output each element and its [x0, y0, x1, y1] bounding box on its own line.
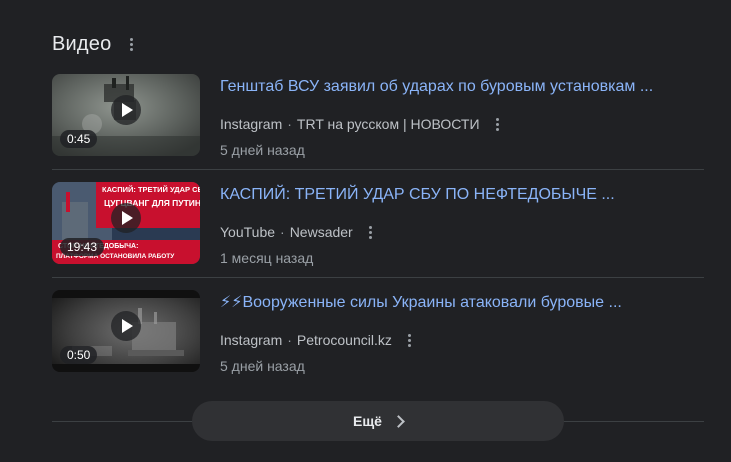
divider	[52, 169, 704, 170]
section-header: Видео	[52, 30, 139, 58]
more-vert-icon	[369, 225, 373, 239]
video-meta: Instagram · Petrocouncil.kz	[220, 330, 704, 350]
more-vert-icon	[496, 117, 500, 131]
chevron-right-icon	[392, 415, 405, 428]
more-vert-icon	[129, 37, 133, 51]
video-source: Instagram	[220, 116, 283, 132]
play-icon	[111, 311, 141, 341]
video-thumbnail[interactable]: КАСПИЙ: ТРЕТИЙ УДАР СБУ! ЦУГЦВАНГ ДЛЯ ПУ…	[52, 182, 200, 264]
video-age: 5 дней назад	[220, 142, 305, 158]
video-channel: Newsader	[289, 224, 353, 240]
meta-separator: ·	[287, 332, 292, 348]
video-info: ⚡⚡Вооруженные силы Украины атаковали бур…	[220, 292, 704, 376]
video-thumbnail[interactable]: 0:50	[52, 290, 200, 372]
section-menu-button[interactable]	[123, 32, 139, 56]
meta-separator: ·	[287, 116, 292, 132]
video-results-panel: Видео 0:45 Генштаб ВСУ заявил об ударах …	[0, 0, 731, 462]
video-meta: Instagram · TRT на русском | НОВОСТИ	[220, 114, 704, 134]
video-title-link[interactable]: ⚡⚡Вооруженные силы Украины атаковали бур…	[220, 292, 704, 314]
thumb-text-1: КАСПИЙ: ТРЕТИЙ УДАР СБУ!	[102, 185, 200, 194]
divider	[52, 277, 704, 278]
video-channel: Petrocouncil.kz	[296, 332, 392, 348]
video-result-2[interactable]: КАСПИЙ: ТРЕТИЙ УДАР СБУ! ЦУГЦВАНГ ДЛЯ ПУ…	[52, 182, 704, 266]
more-results-button[interactable]: Ещё	[192, 401, 564, 441]
video-info: Генштаб ВСУ заявил об ударах по буровым …	[220, 76, 704, 160]
video-duration: 19:43	[60, 238, 105, 256]
video-menu-button[interactable]	[365, 222, 377, 242]
video-source: YouTube	[220, 224, 276, 240]
video-result-3[interactable]: 0:50 ⚡⚡Вооруженные силы Украины атаковал…	[52, 290, 704, 374]
section-title: Видео	[52, 32, 112, 55]
video-thumbnail[interactable]: 0:45	[52, 74, 200, 156]
video-age: 5 дней назад	[220, 358, 305, 374]
video-source: Instagram	[220, 332, 283, 348]
play-icon	[111, 95, 141, 125]
video-channel: TRT на русском | НОВОСТИ	[296, 116, 480, 132]
video-age: 1 месяц назад	[220, 250, 314, 266]
video-title-link[interactable]: Генштаб ВСУ заявил об ударах по буровым …	[220, 76, 704, 98]
more-button-label: Ещё	[353, 413, 382, 429]
meta-separator: ·	[280, 224, 285, 240]
video-result-1[interactable]: 0:45 Генштаб ВСУ заявил об ударах по бур…	[52, 74, 704, 158]
video-duration: 0:45	[60, 130, 98, 148]
video-meta: YouTube · Newsader	[220, 222, 704, 242]
video-menu-button[interactable]	[404, 330, 416, 350]
more-vert-icon	[408, 333, 412, 347]
video-title-link[interactable]: КАСПИЙ: ТРЕТИЙ УДАР СБУ ПО НЕФТЕДОБЫЧЕ .…	[220, 184, 704, 206]
video-info: КАСПИЙ: ТРЕТИЙ УДАР СБУ ПО НЕФТЕДОБЫЧЕ .…	[220, 184, 704, 268]
play-icon	[111, 203, 141, 233]
video-duration: 0:50	[60, 346, 98, 364]
video-menu-button[interactable]	[492, 114, 504, 134]
